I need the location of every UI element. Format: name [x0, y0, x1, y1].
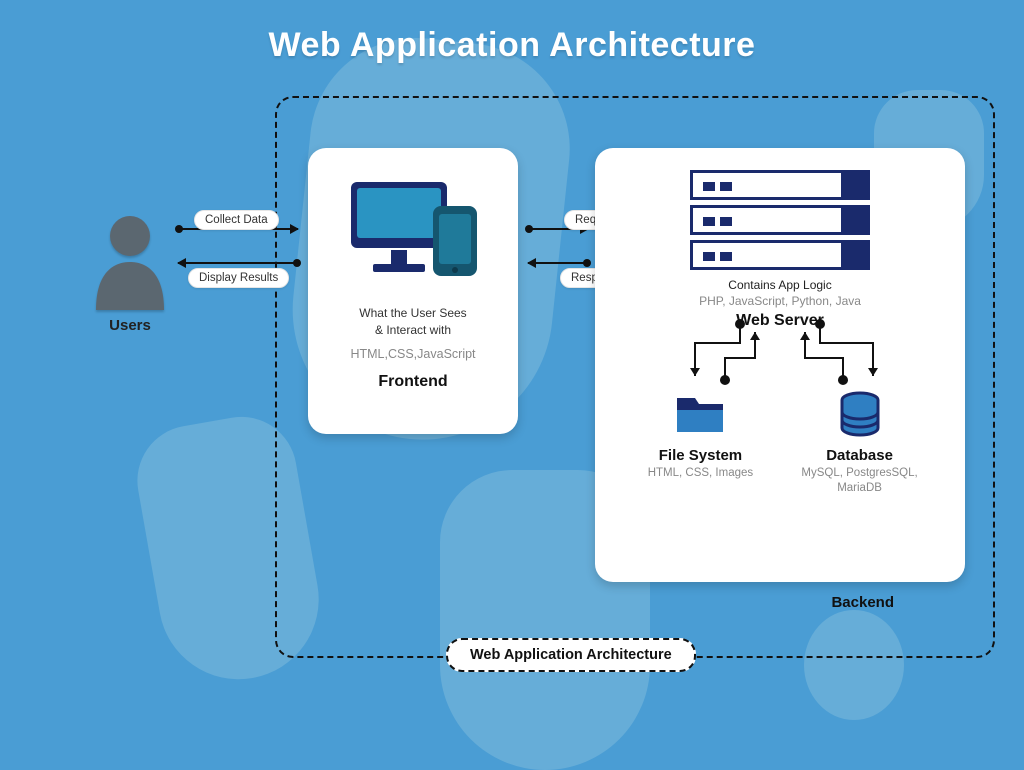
database-title: Database	[786, 447, 933, 464]
internal-connectors	[595, 318, 965, 408]
backend-label: Backend	[831, 594, 894, 611]
label-collect-data: Collect Data	[194, 210, 279, 230]
database-icon	[833, 425, 887, 442]
user-icon	[90, 297, 170, 314]
monitor-tablet-icon	[343, 287, 483, 304]
database-tech: MySQL, PostgresSQL, MariaDB	[786, 466, 933, 496]
folder-icon	[673, 425, 727, 442]
footer-pill: Web Application Architecture	[446, 638, 696, 672]
frontend-desc-2: & Interact with	[324, 322, 502, 339]
users-node: Users	[85, 210, 175, 334]
users-label: Users	[85, 317, 175, 334]
backend-tech: PHP, JavaScript, Python, Java	[613, 294, 947, 308]
frontend-card: What the User Sees & Interact with HTML,…	[308, 148, 518, 434]
filesystem-tech: HTML, CSS, Images	[627, 466, 774, 481]
server-stack-icon	[690, 170, 870, 270]
frontend-title: Frontend	[324, 373, 502, 391]
filesystem-title: File System	[627, 447, 774, 464]
backend-card: Contains App Logic PHP, JavaScript, Pyth…	[595, 148, 965, 582]
frontend-tech: HTML,CSS,JavaScript	[324, 347, 502, 361]
arrow-left	[528, 262, 588, 264]
backend-desc: Contains App Logic	[613, 278, 947, 292]
frontend-desc-1: What the User Sees	[324, 305, 502, 322]
arrow-left	[178, 262, 298, 264]
diagram-title: Web Application Architecture	[0, 26, 1024, 65]
label-display-results: Display Results	[188, 268, 289, 288]
